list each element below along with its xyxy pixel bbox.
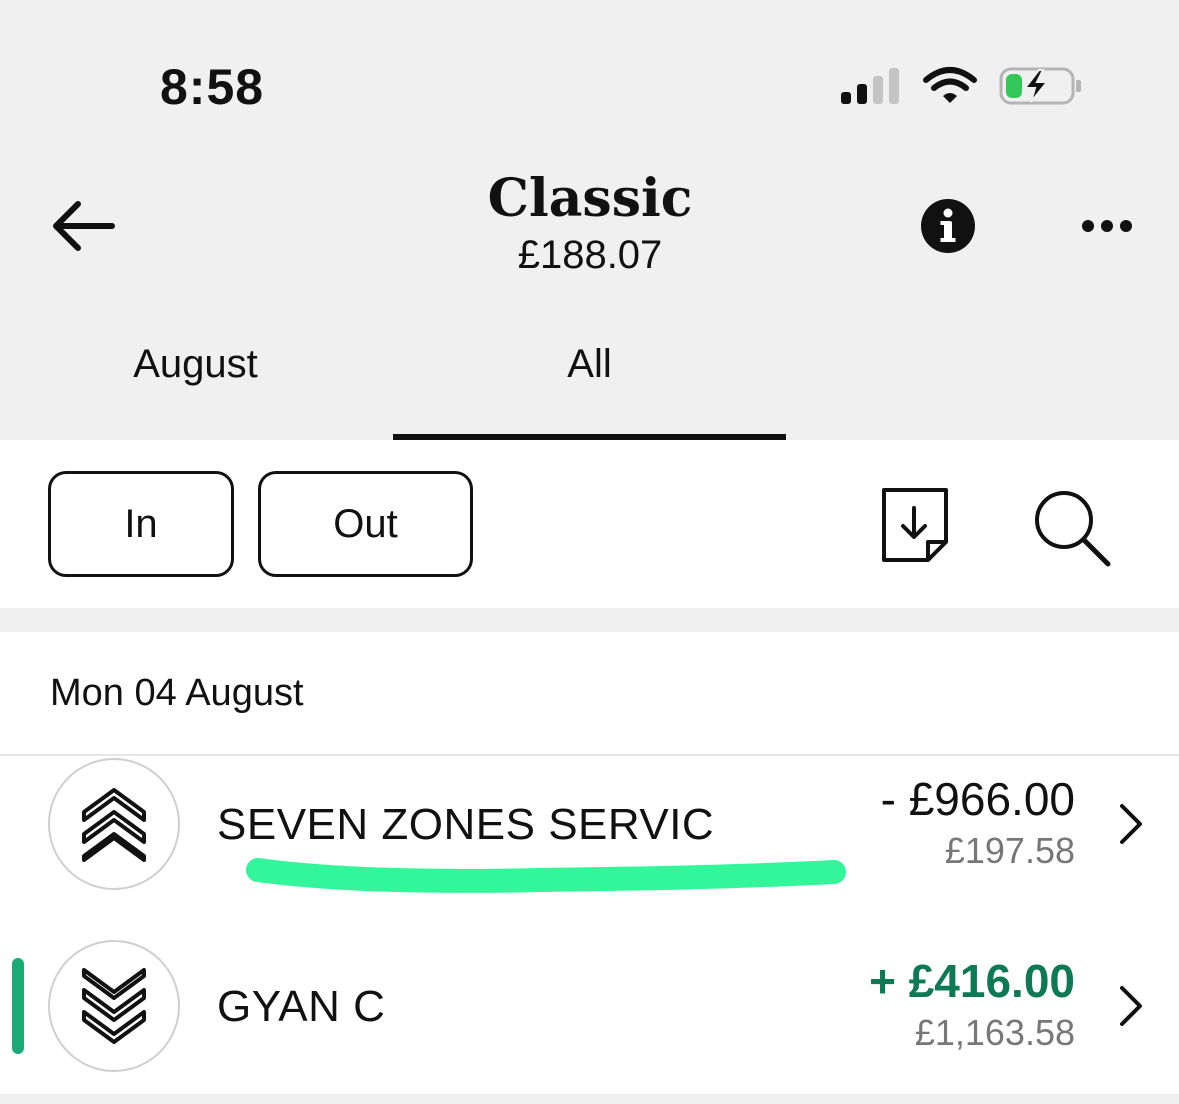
chevrons-up-icon <box>82 788 146 862</box>
highlighter-annotation <box>246 858 846 893</box>
period-tabs: August All <box>0 320 1179 440</box>
more-button[interactable] <box>1080 210 1136 242</box>
info-button[interactable] <box>920 198 976 254</box>
running-balance: £197.58 <box>944 830 1075 871</box>
tab-august[interactable]: August <box>0 320 393 440</box>
status-bar: 8:58 <box>0 0 1179 150</box>
tab-august-label: August <box>133 342 258 386</box>
date-header: Mon 04 August <box>50 672 304 714</box>
transaction-row[interactable]: GYAN C + £416.00 £1,163.58 <box>0 938 1179 1104</box>
tab-all-label: All <box>567 342 612 386</box>
transaction-avatar <box>48 758 180 890</box>
search-icon <box>1035 491 1111 567</box>
credit-indicator <box>12 958 24 1054</box>
chevrons-down-icon <box>82 968 146 1044</box>
transaction-name: SEVEN ZONES SERVIC <box>217 800 715 849</box>
filter-in-label: In <box>124 501 158 546</box>
filter-toolbar: In Out <box>0 440 1179 608</box>
filter-in-button[interactable]: In <box>48 471 234 577</box>
running-balance: £1,163.58 <box>914 1012 1075 1053</box>
download-statement-button[interactable] <box>878 486 952 564</box>
cellular-signal-icon <box>841 68 899 104</box>
transaction-name: GYAN C <box>217 982 386 1031</box>
list-bottom-divider <box>0 1094 1179 1104</box>
transaction-list: Mon 04 August SEVEN ZONES SERVIC - £966.… <box>0 632 1179 1096</box>
filter-out-button[interactable]: Out <box>258 471 473 577</box>
page-title: Classic <box>487 168 693 229</box>
filter-out-label: Out <box>333 501 398 546</box>
transaction-amount: + £416.00 <box>869 955 1075 1007</box>
battery-charging-icon <box>999 67 1081 105</box>
chevron-right-icon <box>1120 804 1142 844</box>
tab-all[interactable]: All <box>393 320 786 440</box>
title-block: Classic £188.07 <box>390 168 790 278</box>
status-time: 8:58 <box>160 59 265 115</box>
more-icon <box>1082 220 1132 232</box>
search-button[interactable] <box>1032 488 1112 568</box>
transaction-avatar <box>48 940 180 1072</box>
back-arrow-icon <box>53 201 115 251</box>
info-icon <box>921 199 975 253</box>
download-statement-icon <box>882 488 948 562</box>
wifi-icon <box>923 67 977 103</box>
account-balance: £188.07 <box>517 233 663 277</box>
status-icons <box>841 66 1083 106</box>
chevron-right-icon <box>1120 986 1142 1026</box>
transaction-amount: - £966.00 <box>880 773 1075 825</box>
back-button[interactable] <box>48 198 118 254</box>
transaction-row[interactable]: SEVEN ZONES SERVIC - £966.00 £197.58 <box>0 756 1179 936</box>
nav-bar: Classic £188.07 <box>0 150 1179 300</box>
